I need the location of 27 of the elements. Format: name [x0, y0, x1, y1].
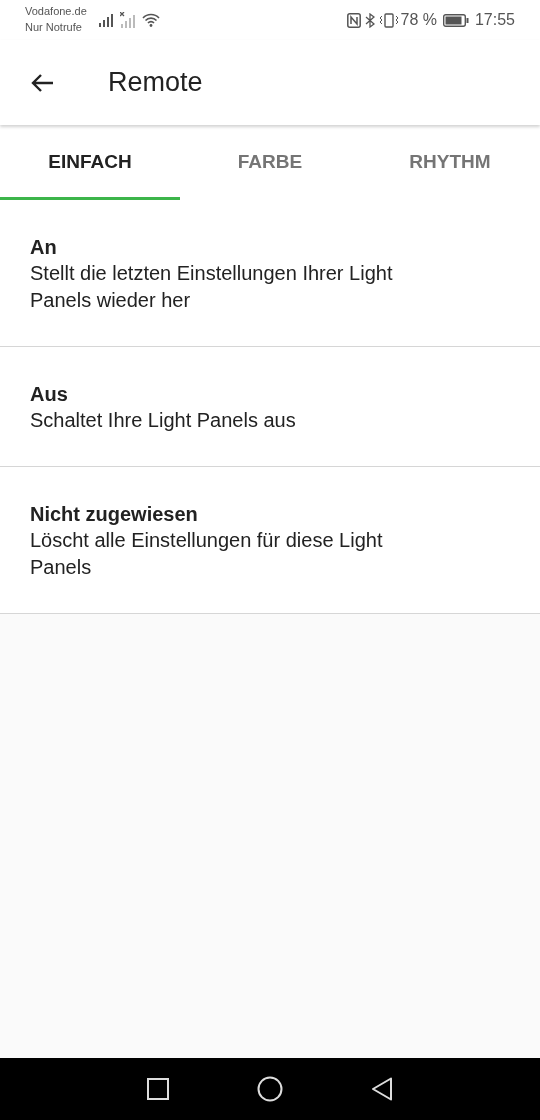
option-item[interactable]: Nicht zugewiesen Löscht alle Einstellungen für diese Light Panels	[0, 467, 540, 614]
signal-icon	[98, 13, 115, 27]
option-description: Schaltet Ihre Light Panels aus	[30, 408, 297, 433]
option-title: An	[30, 235, 57, 260]
option-description: Löscht alle Einstellungen für diese Light Panels	[30, 528, 384, 580]
back-icon[interactable]	[371, 1077, 393, 1101]
no-signal-icon	[119, 12, 136, 28]
screen-title: Remote	[108, 66, 203, 100]
battery-percentage: 78 %	[400, 10, 437, 30]
bluetooth-icon	[365, 12, 376, 28]
home-icon[interactable]	[257, 1076, 283, 1102]
nfc-icon	[347, 12, 362, 28]
option-item[interactable]: Aus Schaltet Ihre Light Panels aus	[0, 347, 540, 467]
carrier-name: Vodafone.de	[25, 4, 87, 19]
recent-apps-icon[interactable]	[147, 1078, 169, 1100]
option-title: Aus	[30, 382, 68, 407]
option-item[interactable]: An Stellt die letzten Einstellungen Ihrer Light Panels wieder her	[0, 200, 540, 347]
clock: 17:55	[474, 10, 515, 30]
back-arrow-icon	[30, 72, 54, 93]
option-title: Nicht zugewiesen	[30, 502, 198, 527]
battery-icon	[442, 13, 469, 27]
vibrate-icon	[379, 12, 400, 28]
network-note: Nur Notrufe	[25, 20, 83, 35]
tab[interactable]: FARBE	[180, 125, 360, 200]
wifi-icon	[141, 13, 160, 27]
option-description: Stellt die letzten Einstellungen Ihrer Light Panels wieder her	[30, 261, 394, 313]
tab[interactable]: RHYTHM	[360, 125, 540, 200]
